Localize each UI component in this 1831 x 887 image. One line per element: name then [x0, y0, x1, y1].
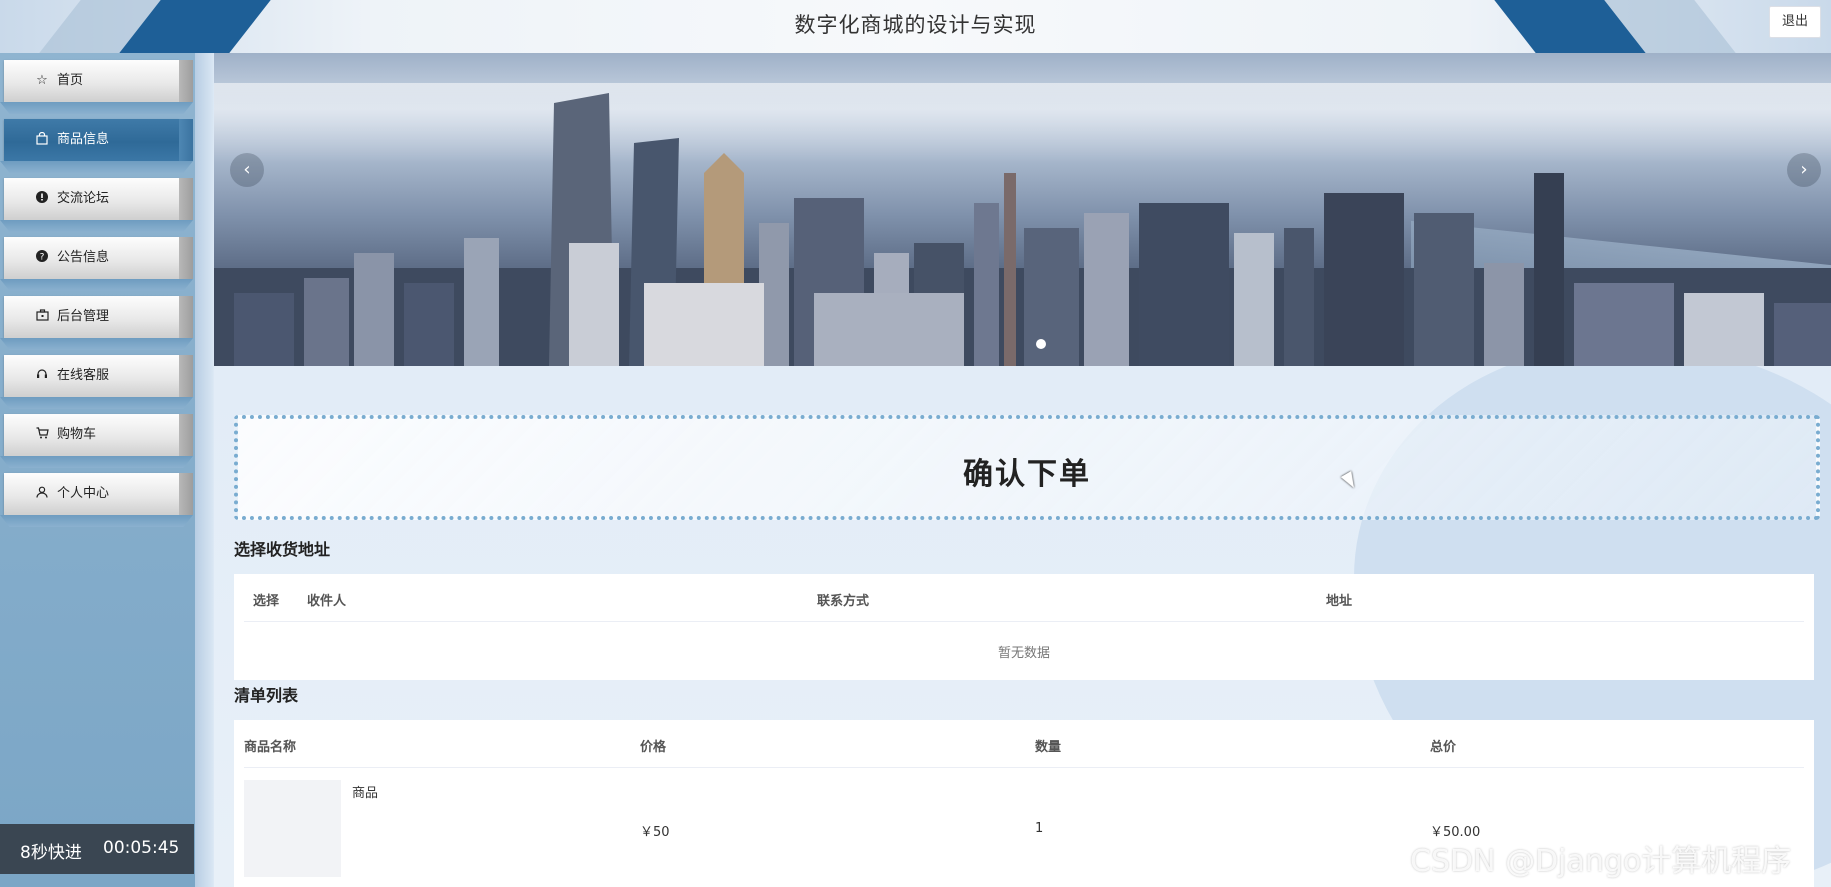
order-list-section-title: 清单列表	[234, 686, 299, 705]
banner-carousel: ‹ ›	[214, 53, 1831, 366]
sidebar-item-home[interactable]: ☆ 首页	[4, 60, 193, 102]
headset-icon	[34, 368, 50, 384]
shopping-cart-icon	[34, 427, 50, 443]
sidebar-item-profile[interactable]: 个人中心	[4, 473, 193, 515]
sidebar-item-label: 个人中心	[57, 486, 110, 501]
sidebar-item-label: 商品信息	[57, 132, 110, 147]
column-header-product-name: 商品名称	[244, 740, 297, 755]
product-thumbnail[interactable]	[244, 780, 341, 877]
header-divider	[244, 621, 1804, 622]
page-title: 确认下单	[963, 457, 1091, 492]
column-header-quantity: 数量	[1035, 740, 1062, 755]
column-header-address: 地址	[1326, 594, 1353, 609]
time-label: 00:05:45	[103, 838, 180, 858]
confirm-order-panel: 确认下单	[234, 415, 1820, 520]
sidebar-item-cart[interactable]: 购物车	[4, 414, 193, 456]
city-skyline-image	[214, 93, 1831, 366]
empty-state-text: 暂无数据	[997, 646, 1050, 661]
svg-text:?: ?	[40, 253, 45, 263]
logout-button[interactable]: 退出	[1769, 6, 1821, 38]
sidebar-item-online-service[interactable]: 在线客服	[4, 355, 193, 397]
column-header-price: 价格	[640, 740, 667, 755]
carousel-indicator-dot[interactable]	[1036, 339, 1046, 349]
sidebar-item-forum[interactable]: 交流论坛	[4, 178, 193, 220]
sidebar-item-label: 交流论坛	[57, 191, 110, 206]
playback-timer: 8秒快进 00:05:45	[0, 824, 194, 874]
carousel-next-button[interactable]: ›	[1787, 153, 1821, 187]
product-name: 商品	[352, 786, 379, 801]
sidebar-edge	[195, 53, 213, 887]
sidebar-item-label: 后台管理	[57, 309, 110, 324]
column-header-recipient: 收件人	[307, 594, 347, 609]
app-header: 数字化商城的设计与实现 退出	[0, 0, 1831, 53]
star-outline-icon: ☆	[36, 73, 48, 88]
sidebar-item-label: 购物车	[57, 427, 97, 442]
sidebar-item-label: 公告信息	[57, 250, 110, 265]
product-price: ￥50	[640, 825, 670, 840]
sidebar-item-label: 在线客服	[57, 368, 110, 383]
header-divider	[244, 767, 1804, 768]
chevron-right-icon: ›	[1800, 159, 1808, 180]
question-circle-icon: ?	[34, 250, 50, 266]
speed-label: 8秒快进	[20, 843, 82, 863]
user-icon	[34, 486, 50, 502]
column-header-contact: 联系方式	[817, 594, 870, 609]
column-header-total: 总价	[1430, 740, 1457, 755]
shopping-bag-icon	[34, 131, 50, 148]
address-section-title: 选择收货地址	[234, 540, 331, 559]
carousel-prev-button[interactable]: ‹	[230, 153, 264, 187]
product-quantity: 1	[1035, 821, 1044, 836]
sidebar-item-label: 首页	[57, 73, 84, 88]
watermark: CSDN @Django计算机程序	[1410, 844, 1792, 879]
sidebar-item-admin[interactable]: 后台管理	[4, 296, 193, 338]
site-title: 数字化商城的设计与实现	[794, 13, 1037, 37]
chevron-left-icon: ‹	[243, 159, 251, 180]
sidebar-item-products[interactable]: 商品信息	[4, 119, 193, 161]
column-header-select: 选择	[253, 594, 280, 609]
address-table: 选择 收件人 联系方式 地址 暂无数据	[234, 574, 1814, 680]
alert-circle-icon	[34, 191, 50, 207]
briefcase-icon	[34, 309, 50, 325]
sidebar-item-announcements[interactable]: ? 公告信息	[4, 237, 193, 279]
